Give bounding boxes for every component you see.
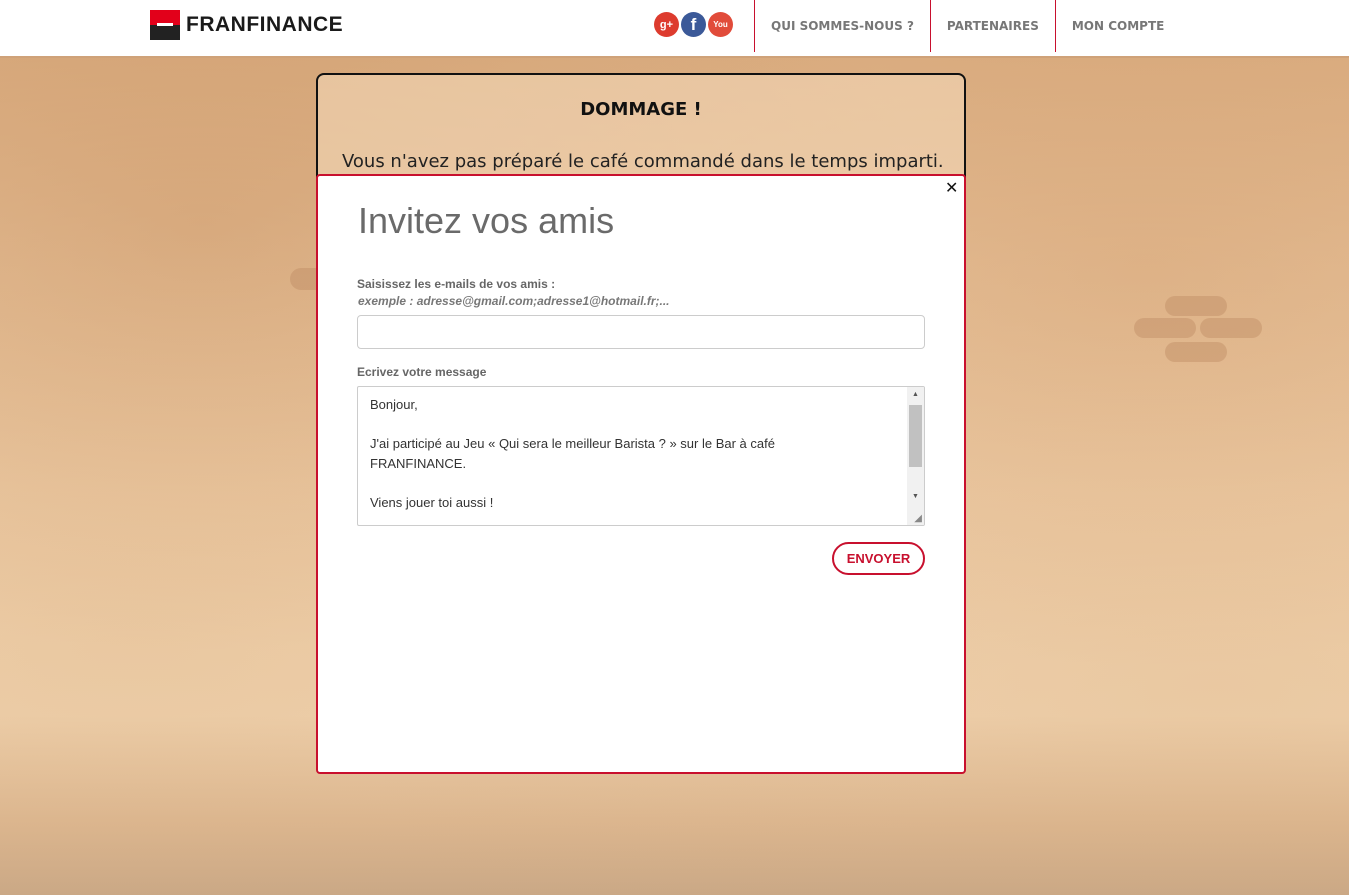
social-links: g+ f You: [654, 12, 733, 37]
message-textarea[interactable]: Bonjour, J'ai participé au Jeu « Qui ser…: [357, 386, 925, 526]
modal-title: Invitez vos amis: [358, 200, 615, 241]
scroll-down-icon[interactable]: ▼: [907, 493, 924, 500]
message-line: Bonjour,: [370, 397, 418, 412]
game-result-title: DOMMAGE !: [580, 99, 702, 120]
send-button[interactable]: ENVOYER: [832, 542, 925, 575]
invite-friends-modal: ✕ Invitez vos amis Saisissez les e-mails…: [316, 174, 966, 774]
message-scrollbar[interactable]: ▲ ▼: [907, 387, 924, 525]
message-label: Ecrivez votre message: [357, 365, 487, 379]
close-icon[interactable]: ✕: [945, 181, 958, 197]
scroll-thumb[interactable]: [909, 405, 922, 467]
nav-item-partenaires[interactable]: PARTENAIRES: [929, 0, 1055, 52]
game-result-message: Vous n'avez pas préparé le café commandé…: [342, 151, 944, 172]
background-decoration: [1134, 318, 1196, 338]
message-line: FRANFINANCE.: [370, 456, 467, 471]
main-nav: QUI SOMMES-NOUS ? PARTENAIRES MON COMPTE: [754, 0, 1180, 52]
background-decoration: [1165, 296, 1227, 316]
logo-mark-icon: [150, 10, 180, 40]
google-plus-icon[interactable]: g+: [654, 12, 679, 37]
scroll-up-icon[interactable]: ▲: [907, 391, 924, 398]
message-line: J'ai participé au Jeu « Qui sera le meil…: [370, 436, 775, 451]
message-line: Viens jouer toi aussi !: [370, 495, 494, 510]
nav-item-qui-sommes-nous[interactable]: QUI SOMMES-NOUS ?: [754, 0, 930, 52]
background-decoration: [1200, 318, 1262, 338]
facebook-icon[interactable]: f: [681, 12, 706, 37]
background-decoration: [1165, 342, 1227, 362]
brand-name: FRANFINANCE: [186, 13, 344, 36]
resize-grip-icon[interactable]: ◢: [914, 513, 922, 524]
nav-item-mon-compte[interactable]: MON COMPTE: [1054, 0, 1181, 52]
emails-input[interactable]: [357, 315, 925, 349]
site-header: FRANFINANCE g+ f You QUI SOMMES-NOUS ? P…: [0, 0, 1349, 58]
emails-label: Saisissez les e-mails de vos amis :: [357, 277, 556, 291]
brand-logo[interactable]: FRANFINANCE: [150, 10, 343, 40]
emails-example: exemple : adresse@gmail.com;adresse1@hot…: [358, 294, 670, 308]
youtube-icon[interactable]: You: [708, 12, 733, 37]
